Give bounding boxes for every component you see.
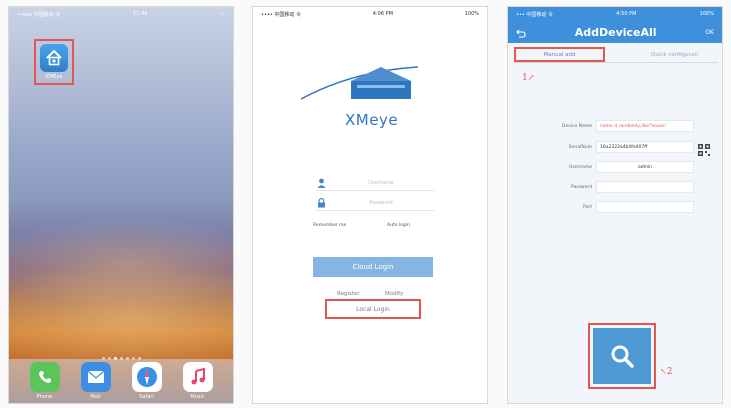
field-label: SerialNum [568, 144, 592, 150]
music-icon [182, 362, 213, 392]
ok-button[interactable]: OK [705, 29, 714, 36]
clock-label: 4:06 PM [372, 11, 393, 17]
battery-label: 100% [464, 11, 479, 17]
dock-label: Phone [36, 394, 53, 400]
user-icon [315, 177, 327, 189]
arrow-icon: ↗ [527, 73, 535, 82]
screenshot-collage: ••ooo 中国移动 令 11:46 ▭ XMEye Phone Mail Sa… [0, 0, 731, 408]
username-input[interactable]: admin [596, 161, 694, 173]
carrier-label: ••• 中国移动 令 [516, 11, 554, 18]
status-bar: ••ooo 中国移动 令 11:46 ▭ [9, 7, 233, 21]
clock-label: 4:50 PM [616, 11, 637, 17]
dock: Phone Mail Safari Music [9, 359, 233, 403]
password-field[interactable]: Password [315, 195, 435, 211]
clock-label: 11:46 [133, 11, 148, 17]
auto-login-checkbox[interactable]: Auto login [387, 223, 410, 228]
xmeye-app-icon[interactable]: XMEye [34, 39, 74, 85]
dock-label: Safari [139, 394, 154, 400]
phone-icon [29, 362, 60, 392]
nav-bar: AddDeviceAll OK [508, 21, 722, 43]
carrier-label: •••• 中国移动 令 [261, 11, 301, 18]
tab-manual-add[interactable]: Manual add [514, 47, 605, 62]
carrier-label: ••ooo 中国移动 令 [17, 11, 61, 18]
battery-icon: ▭ [220, 11, 225, 17]
dock-item-mail[interactable]: Mail [80, 362, 111, 400]
field-label: Port [583, 204, 592, 210]
port-row: Port [534, 200, 722, 214]
qr-code-icon[interactable] [698, 141, 710, 156]
xmeye-logo-graphic [293, 61, 443, 141]
app-name: XMEye [45, 74, 63, 80]
serial-num-input[interactable]: 16a2322a4b4fe407ff [596, 141, 694, 153]
username-placeholder: Username [368, 179, 394, 186]
local-login-button[interactable]: Local Login [325, 299, 421, 319]
house-icon [40, 44, 68, 72]
phone-login-screen: •••• 中国移动 令 4:06 PM 100% XMeye Username … [252, 6, 488, 404]
dock-item-phone[interactable]: Phone [29, 362, 60, 400]
mode-tabs: Manual add Quick configurati [514, 47, 718, 63]
password-input[interactable] [596, 181, 694, 193]
tab-quick-configuration[interactable]: Quick configurati [631, 47, 718, 62]
device-name-row: Device Name name it randomly,like"house" [534, 119, 722, 133]
safari-icon [131, 362, 162, 392]
remember-me-checkbox[interactable]: Remember me [313, 223, 346, 228]
serial-num-row: SerialNum 16a2322a4b4fe407ff [534, 140, 722, 156]
status-bar: ••• 中国移动 令 4:50 PM 100% [508, 7, 722, 21]
port-input[interactable] [596, 201, 694, 213]
register-link[interactable]: Register [337, 291, 360, 297]
lock-icon [315, 197, 327, 209]
search-icon [611, 345, 634, 368]
search-button[interactable] [593, 328, 651, 384]
mail-icon [80, 362, 111, 392]
dock-label: Mail [90, 394, 101, 400]
battery-label: 100% [699, 11, 714, 17]
page-title: AddDeviceAll [574, 25, 657, 39]
field-label: Password [570, 184, 592, 190]
dock-label: Music [190, 394, 205, 400]
phone-home-screen: ••ooo 中国移动 令 11:46 ▭ XMEye Phone Mail Sa… [8, 6, 234, 404]
dock-item-music[interactable]: Music [182, 362, 213, 400]
cloud-login-button[interactable]: Cloud Login [313, 257, 433, 277]
step-marker-1: 1↗ [522, 73, 535, 83]
username-field[interactable]: Username [315, 175, 435, 191]
device-name-input[interactable]: name it randomly,like"house" [596, 120, 694, 132]
username-row: Username admin [534, 160, 722, 174]
phone-add-device-screen: ••• 中国移动 令 4:50 PM 100% AddDeviceAll OK … [507, 6, 723, 404]
field-label: Username [569, 164, 592, 170]
modify-link[interactable]: Modify [385, 291, 403, 297]
step-marker-2: ↖2 [660, 367, 673, 377]
arrow-icon: ↖ [660, 367, 667, 376]
password-placeholder: Password [369, 199, 393, 206]
password-row: Password [534, 180, 722, 194]
status-bar: •••• 中国移动 令 4:06 PM 100% [253, 7, 487, 21]
field-label: Device Name [561, 123, 592, 129]
back-icon[interactable] [516, 23, 526, 42]
logo-text: XMeye [345, 111, 399, 129]
search-button-highlight [588, 323, 656, 389]
dock-item-safari[interactable]: Safari [131, 362, 162, 400]
